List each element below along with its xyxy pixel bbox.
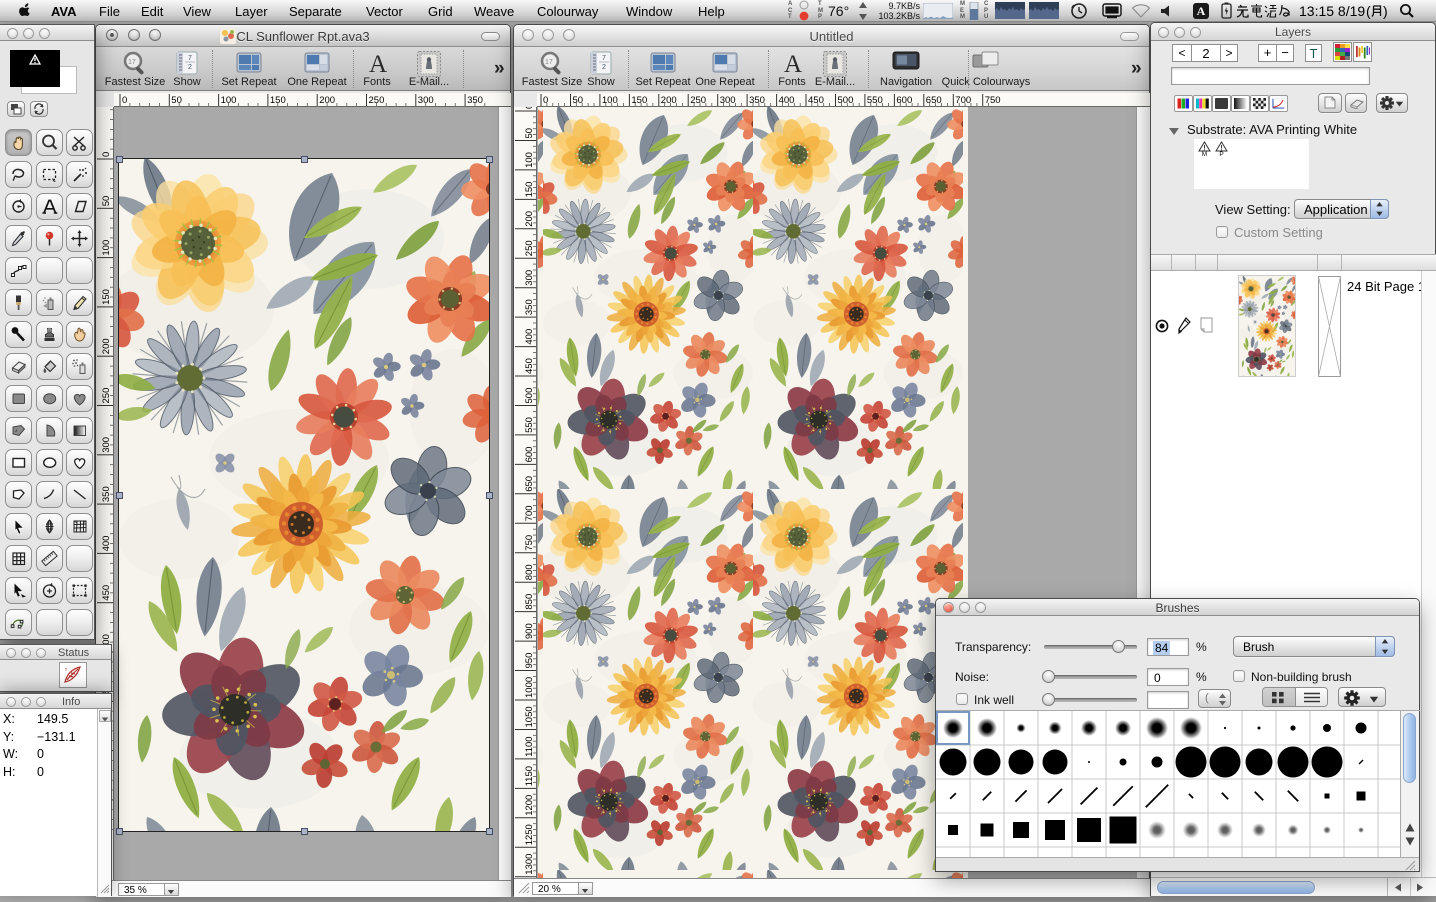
svg-text:600: 600 — [896, 95, 912, 106]
svg-text:250: 250 — [369, 95, 385, 106]
svg-text:100: 100 — [221, 95, 237, 106]
svg-text:7: 7 — [602, 55, 606, 62]
svg-text:250: 250 — [524, 240, 535, 256]
svg-text:300: 300 — [524, 270, 535, 286]
svg-text:350: 350 — [467, 95, 483, 106]
svg-text:1150: 1150 — [524, 766, 535, 786]
svg-text:2: 2 — [602, 64, 606, 71]
svg-text:300: 300 — [101, 437, 112, 453]
svg-text:200: 200 — [661, 95, 677, 106]
svg-text:150: 150 — [101, 289, 112, 305]
svg-text:700: 700 — [524, 505, 535, 521]
svg-text:450: 450 — [524, 358, 535, 374]
svg-text:350: 350 — [524, 299, 535, 315]
svg-text:50: 50 — [524, 128, 535, 139]
svg-text:550: 550 — [867, 95, 883, 106]
svg-text:0: 0 — [524, 107, 535, 109]
svg-text:50: 50 — [573, 95, 584, 106]
svg-text:1000: 1000 — [524, 677, 535, 698]
svg-text:0: 0 — [101, 152, 112, 157]
svg-text:50: 50 — [101, 196, 112, 207]
svg-text:0: 0 — [543, 95, 548, 106]
svg-text:250: 250 — [101, 388, 112, 404]
svg-text:900: 900 — [524, 623, 535, 639]
svg-text:450: 450 — [808, 95, 824, 106]
svg-text:1250: 1250 — [524, 824, 535, 845]
svg-text:100: 100 — [602, 95, 618, 106]
svg-text:1200: 1200 — [524, 795, 535, 816]
svg-text:P: P — [1219, 151, 1223, 156]
svg-text:750: 750 — [985, 95, 1001, 106]
svg-text:50: 50 — [171, 95, 182, 106]
svg-text:150: 150 — [270, 95, 286, 106]
svg-text:750: 750 — [524, 535, 535, 551]
svg-text:850: 850 — [524, 594, 535, 610]
svg-text:650: 650 — [926, 95, 942, 106]
svg-text:100: 100 — [524, 152, 535, 168]
svg-text:400: 400 — [524, 329, 535, 345]
svg-text:1100: 1100 — [524, 736, 535, 756]
svg-text:350: 350 — [101, 486, 112, 502]
svg-text:450: 450 — [101, 585, 112, 601]
svg-text:300: 300 — [418, 95, 434, 106]
svg-text:500: 500 — [524, 388, 535, 404]
svg-text:400: 400 — [779, 95, 795, 106]
svg-text:550: 550 — [524, 417, 535, 433]
svg-text:7: 7 — [188, 55, 192, 62]
svg-text:200: 200 — [101, 338, 112, 354]
svg-text:1300: 1300 — [524, 854, 535, 875]
svg-text:250: 250 — [690, 95, 706, 106]
svg-text:650: 650 — [524, 476, 535, 492]
svg-text:600: 600 — [524, 447, 535, 463]
svg-text:700: 700 — [955, 95, 971, 106]
svg-text:150: 150 — [631, 95, 647, 106]
svg-text:350: 350 — [749, 95, 765, 106]
svg-text:100: 100 — [101, 240, 112, 256]
svg-text:M: M — [1202, 151, 1207, 156]
svg-text:400: 400 — [101, 536, 112, 552]
svg-text:800: 800 — [524, 564, 535, 580]
svg-text:150: 150 — [524, 182, 535, 198]
svg-text:0: 0 — [122, 95, 127, 106]
svg-text:17: 17 — [128, 59, 136, 66]
svg-text:2: 2 — [188, 64, 192, 71]
svg-text:500: 500 — [838, 95, 854, 106]
svg-text:200: 200 — [319, 95, 335, 106]
svg-text:300: 300 — [720, 95, 736, 106]
svg-text:1050: 1050 — [524, 706, 535, 727]
svg-text:950: 950 — [524, 653, 535, 669]
svg-text:17: 17 — [545, 59, 553, 66]
svg-text:200: 200 — [524, 211, 535, 227]
